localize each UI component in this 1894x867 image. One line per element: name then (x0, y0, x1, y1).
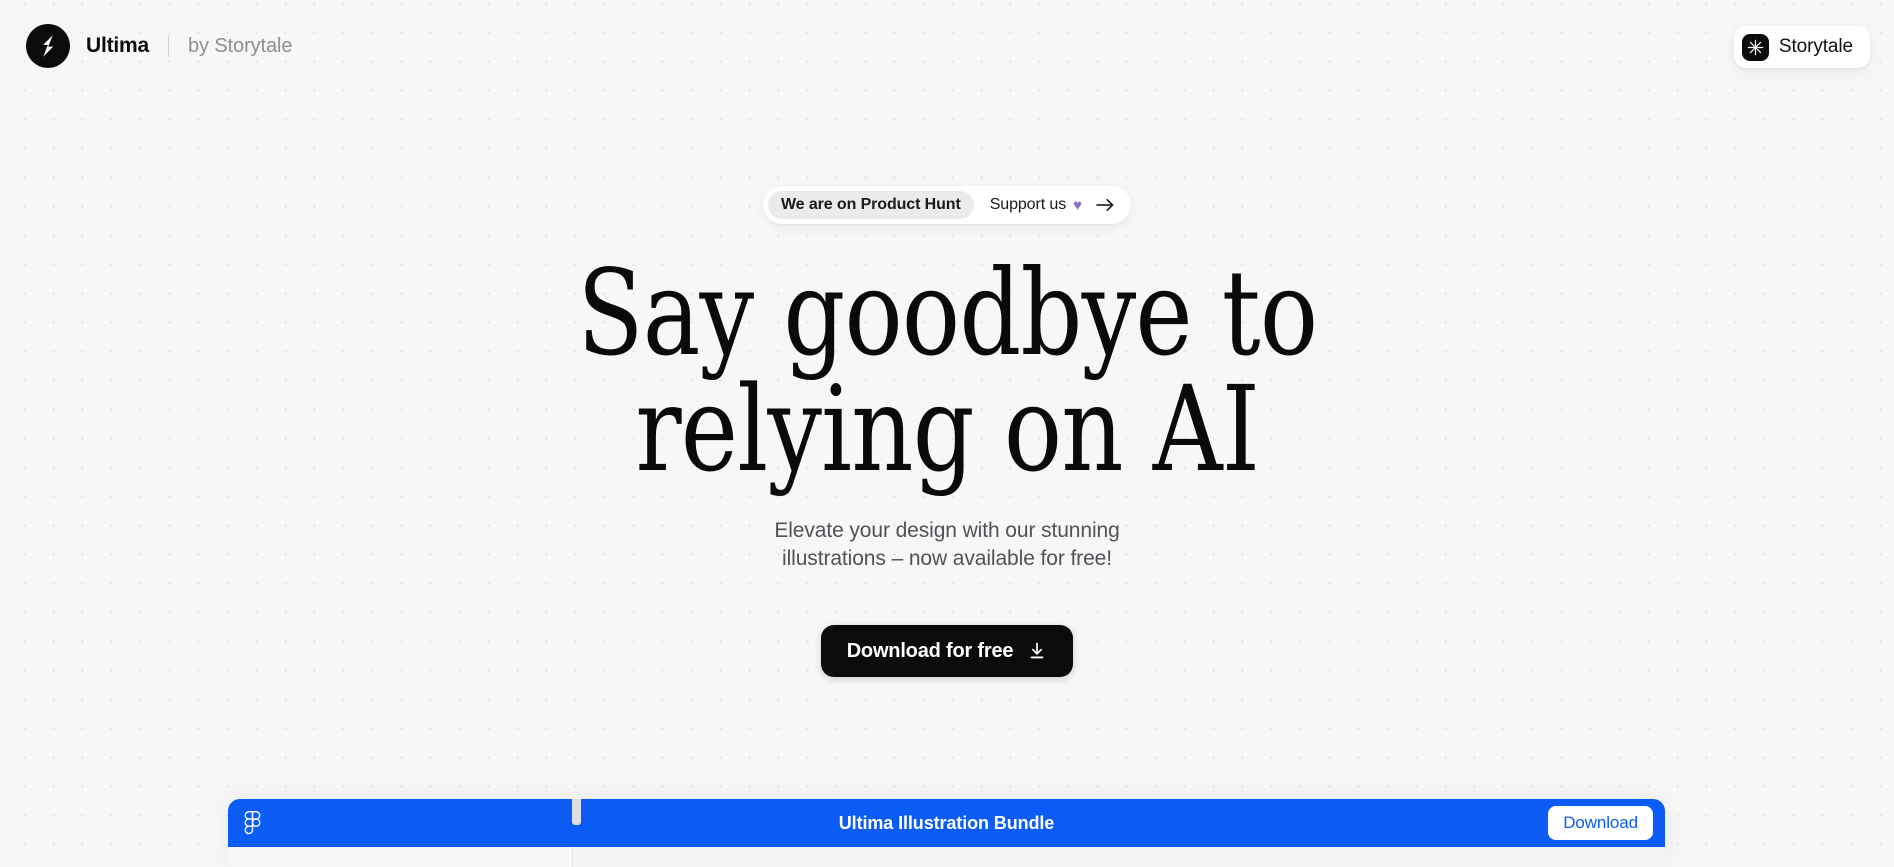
lightning-bolt-logo-icon (26, 24, 70, 68)
arrow-right-icon (1096, 198, 1115, 212)
figma-main-canvas (573, 847, 1665, 867)
download-for-free-button[interactable]: Download for free (820, 625, 1074, 678)
purple-heart-icon: ♥ (1073, 196, 1083, 214)
figma-download-button[interactable]: Download (1548, 806, 1653, 840)
brand-name: Ultima (86, 34, 149, 57)
figma-logo-icon[interactable] (244, 810, 261, 836)
hero-section: We are on Product Hunt Support us ♥ Say … (0, 0, 1894, 678)
figma-toolbar: Ultima Illustration Bundle Download (228, 799, 1665, 847)
download-icon (1027, 641, 1047, 661)
page-title: Say goodbye to relying on AI (576, 244, 1318, 498)
brand-divider (167, 35, 169, 57)
brand-byline: by Storytale (187, 34, 293, 57)
hero-subtitle: Elevate your design with our stunning il… (774, 519, 1120, 571)
cta-label: Download for free (846, 639, 1014, 662)
brand-block[interactable]: Ultima by Storytale (26, 24, 292, 68)
figma-file-title: Ultima Illustration Bundle (838, 812, 1055, 833)
announcement-pill[interactable]: We are on Product Hunt Support us ♥ (762, 186, 1132, 224)
site-header: Ultima by Storytale (0, 0, 1894, 92)
support-us-label: Support us (989, 196, 1067, 213)
figma-file-preview: Ultima Illustration Bundle Download (228, 799, 1665, 867)
figma-canvas (228, 847, 1665, 867)
figma-panel-resize-handle[interactable] (572, 799, 581, 825)
figma-left-panel (228, 847, 573, 867)
product-hunt-tag: We are on Product Hunt (767, 191, 974, 219)
